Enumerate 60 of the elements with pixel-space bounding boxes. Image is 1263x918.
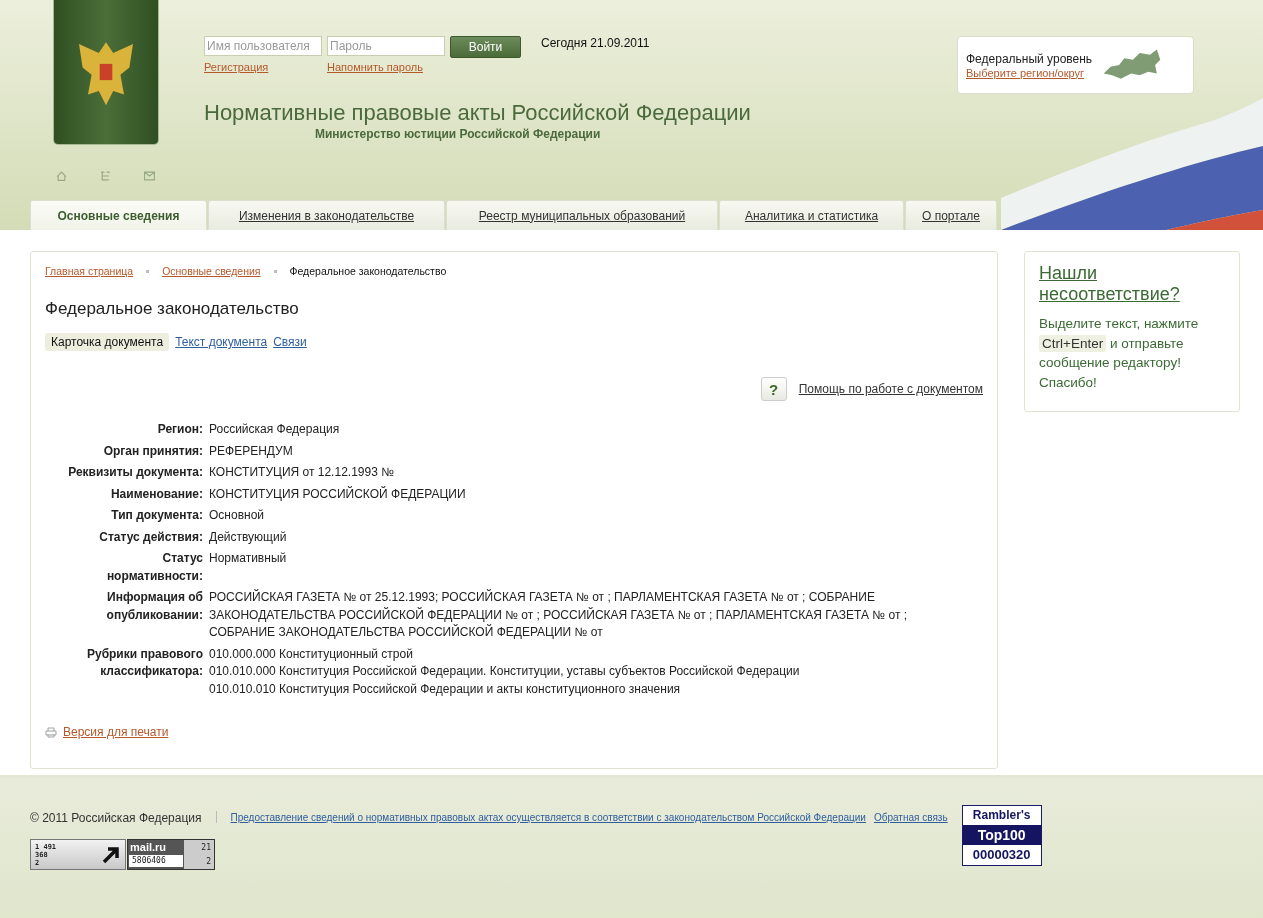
- field-label: Регион:: [156, 421, 203, 438]
- mail-counter[interactable]: mail.ru 5806406 21 2: [127, 839, 215, 870]
- username-field[interactable]: Имя пользователя: [204, 36, 322, 56]
- feedback-title[interactable]: Нашли несоответствие?: [1039, 263, 1225, 305]
- field-value: КОНСТИТУЦИЯ от 12.12.1993 №: [209, 464, 396, 481]
- legal-notice-link[interactable]: Предоставление сведений о нормативных правовых актах осуществляется в соответствии с законодательством Российской Федерации: [230, 812, 866, 823]
- register-link[interactable]: Регистрация: [204, 61, 327, 73]
- document-tab[interactable]: Связи: [273, 333, 307, 351]
- help-icon[interactable]: ?: [760, 377, 787, 401]
- sitemap-icon[interactable]: [100, 171, 111, 181]
- field-value: 010.000.000 Конституционный строй: [209, 645, 414, 663]
- help-link[interactable]: Помощь по работе с документом: [798, 382, 983, 396]
- field-label: Статус действия:: [98, 528, 203, 546]
- breadcrumb-separator-icon: [146, 269, 150, 273]
- field-value: 010.010.010 Конституция Российской Федерации и акты конституционного значения: [209, 680, 682, 698]
- breadcrumb-separator-icon: [273, 269, 277, 273]
- copyright-text: © 2011 Российская Федерация: [30, 811, 202, 825]
- home-icon[interactable]: [56, 171, 67, 181]
- field-value: Действующий: [209, 528, 288, 546]
- password-field[interactable]: Пароль: [327, 36, 445, 56]
- feedback-text: Выделите текст, нажмите Ctrl+Enter и отправьте сообщение редактору! Спасибо!: [1039, 315, 1200, 392]
- region-level: Федеральный уровень: [966, 51, 1093, 66]
- rambler-counter[interactable]: Rambler's Top100 00000320: [961, 805, 1042, 866]
- login-button[interactable]: Войти: [450, 36, 521, 58]
- document-tab[interactable]: Текст документа: [175, 333, 268, 351]
- mail-icon[interactable]: [144, 171, 155, 181]
- remind-password-link[interactable]: Напомнить пароль: [327, 61, 423, 73]
- field-value: КОНСТИТУЦИЯ РОССИЙСКОЙ ФЕДЕРАЦИИ: [209, 485, 467, 503]
- field-value: РОССИЙСКАЯ ГАЗЕТА № от 25.12.1993; РОССИЙСКАЯ ГАЗЕТА № от ; ПАРЛАМЕНТСКАЯ ГАЗЕТА № от ; СОБРАНИЕ ЗАКОНОДАТЕЛЬСТВА РОССИЙСКОЙ ФЕДЕРАЦИИ № от ; РОССИЙСКАЯ ГАЗЕТА № от ; ПАРЛАМЕНТСКАЯ ГАЗЕТА № от ; СОБРАНИЕ ЗАКОНОДАТЕЛЬСТВА РОССИЙСКОЙ ФЕДЕРАЦИИ № от: [209, 589, 909, 641]
- field-value: 010.010.000 Конституция Российской Федерации. Конституции, уставы субъектов Российской Федерации: [209, 663, 801, 680]
- site-subtitle: Министерство юстиции Российской Федерации: [314, 127, 601, 142]
- field-label: Информация об опубликовании:: [105, 589, 203, 624]
- field-label: Статус нормативности:: [105, 550, 203, 585]
- field-value: Основной: [209, 507, 265, 524]
- nav-tab[interactable]: Основные сведения: [30, 200, 207, 230]
- field-label: Рубрики правового классификатора:: [85, 645, 203, 680]
- nav-tab[interactable]: Реестр муниципальных образований: [446, 200, 718, 230]
- field-value: Российская Федерация: [209, 421, 341, 438]
- choose-region-link[interactable]: Выберите регион/округ: [966, 66, 1093, 79]
- field-label: Орган принятия:: [102, 442, 203, 460]
- logo-panel[interactable]: [54, 0, 158, 144]
- printer-icon[interactable]: [45, 726, 57, 738]
- site-title: Нормативные правовые акты Российской Федерации: [204, 99, 751, 127]
- field-value: РЕФЕРЕНДУМ: [209, 442, 294, 460]
- field-label: Реквизиты документа:: [67, 464, 203, 481]
- field-value: Нормативный: [209, 550, 288, 567]
- breadcrumb-link[interactable]: Главная страница: [45, 265, 134, 277]
- nav-tab[interactable]: О портале: [905, 200, 997, 230]
- field-label: Наименование:: [109, 485, 203, 503]
- today-date: Сегодня 21.09.2011: [541, 36, 650, 50]
- nav-tab[interactable]: Аналитика и статистика: [719, 200, 904, 230]
- document-tab[interactable]: Карточка документа: [45, 333, 170, 351]
- breadcrumb-current: Федеральное законодательство: [289, 265, 447, 277]
- page-heading: Федеральное законодательство: [45, 299, 300, 319]
- print-version-link[interactable]: Версия для печати: [63, 725, 169, 739]
- field-label: Тип документа:: [110, 507, 203, 524]
- arrow-icon: [101, 844, 121, 865]
- nav-tab[interactable]: Изменения в законодательстве: [208, 200, 445, 230]
- contact-link[interactable]: Обратная связь: [873, 812, 948, 823]
- breadcrumb-link[interactable]: Основные сведения: [162, 265, 261, 277]
